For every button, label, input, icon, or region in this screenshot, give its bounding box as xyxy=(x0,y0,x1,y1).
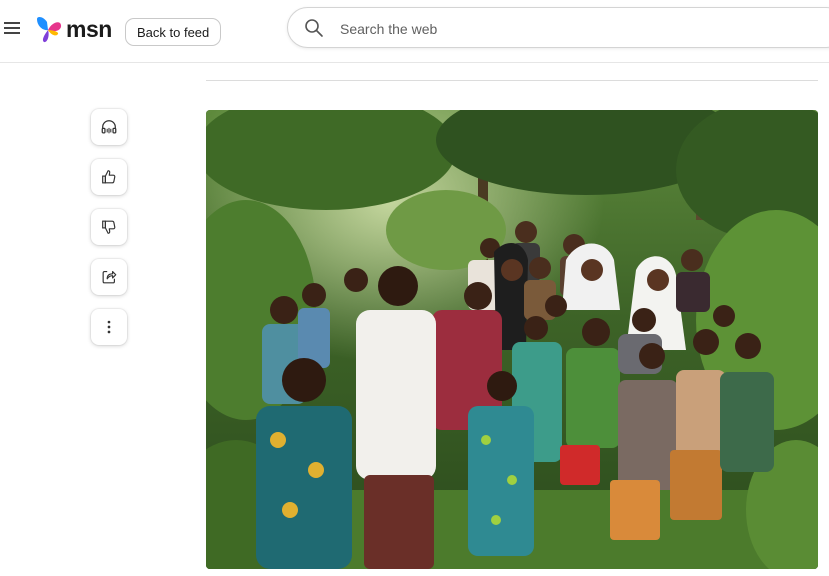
article-hero-image xyxy=(206,110,818,569)
msn-logo[interactable]: msn xyxy=(34,12,112,46)
like-button[interactable] xyxy=(91,159,127,195)
logo-text: msn xyxy=(66,15,112,42)
share-icon xyxy=(102,271,117,284)
menu-icon[interactable] xyxy=(4,22,20,36)
search-input[interactable] xyxy=(338,8,822,49)
thumbs-down-icon xyxy=(102,220,116,234)
more-vertical-icon xyxy=(107,320,111,334)
search-bar[interactable] xyxy=(287,7,829,49)
search-icon[interactable] xyxy=(304,18,324,38)
msn-butterfly-icon xyxy=(37,17,62,43)
headphones-icon xyxy=(101,120,117,134)
thumbs-up-icon xyxy=(102,170,116,184)
share-button[interactable] xyxy=(91,259,127,295)
listen-button[interactable] xyxy=(91,109,127,145)
back-to-feed-button[interactable]: Back to feed xyxy=(125,18,222,46)
content-divider xyxy=(206,80,818,81)
dislike-button[interactable] xyxy=(91,209,127,245)
more-options-button[interactable] xyxy=(91,309,127,345)
group-photo-image xyxy=(206,110,818,569)
top-bar: msn Back to feed xyxy=(0,0,829,63)
article-action-rail xyxy=(91,109,127,359)
